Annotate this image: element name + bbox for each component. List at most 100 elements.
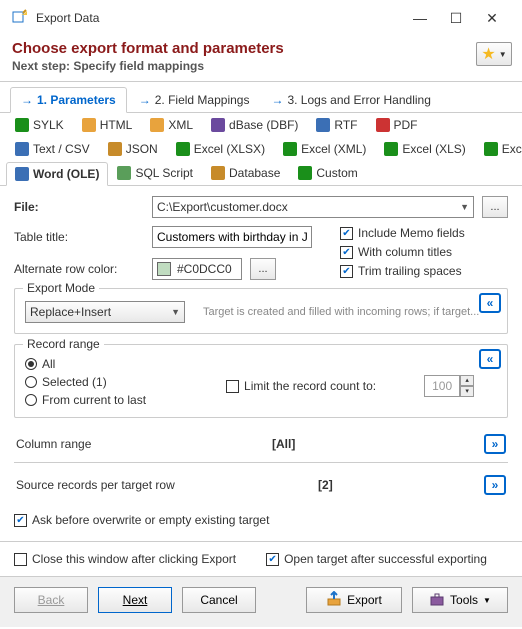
- format-icon: [82, 118, 96, 132]
- tools-button[interactable]: Tools ▼: [412, 587, 508, 613]
- page-title: Choose export format and parameters: [12, 40, 510, 57]
- source-per-row-value: [2]: [318, 478, 333, 492]
- format-tab-word-ole-[interactable]: Word (OLE): [6, 162, 108, 186]
- wizard-steps: →1. Parameters →2. Field Mappings →3. Lo…: [0, 82, 522, 113]
- export-mode-section: Export Mode « Replace+Insert ▼ Target is…: [14, 288, 508, 334]
- column-range-row: Column range [All] »: [14, 428, 508, 463]
- format-tab-excel-xls-[interactable]: Excel (XLS): [375, 137, 474, 161]
- chevron-down-icon: ▼: [460, 202, 469, 212]
- format-tab-rtf[interactable]: RTF: [307, 113, 366, 137]
- format-tab-excel-ole-[interactable]: Excel (OLE): [475, 137, 522, 161]
- collapse-button[interactable]: «: [479, 293, 501, 313]
- format-icon: [15, 118, 29, 132]
- format-tab-sylk[interactable]: SYLK: [6, 113, 73, 137]
- minimize-button[interactable]: —: [402, 10, 438, 26]
- limit-record-spinner[interactable]: ▴▾: [424, 375, 474, 397]
- limit-record-checkbox[interactable]: Limit the record count to:: [226, 379, 376, 393]
- source-per-row: Source records per target row [2] »: [14, 469, 508, 503]
- parameters-panel: File: C:\Export\customer.docx ▼ ... Tabl…: [0, 186, 522, 541]
- format-icon: [298, 166, 312, 180]
- titlebar: Export Data — ☐ ✕: [0, 0, 522, 36]
- maximize-button[interactable]: ☐: [438, 10, 474, 27]
- format-icon: [176, 142, 190, 156]
- file-value: C:\Export\customer.docx: [157, 200, 288, 214]
- range-selected-radio[interactable]: Selected (1): [25, 375, 146, 389]
- export-icon: [326, 591, 342, 610]
- star-icon: ★: [481, 44, 495, 64]
- chevron-down-icon: ▼: [499, 50, 507, 59]
- spin-down-icon[interactable]: ▾: [460, 386, 474, 397]
- close-button[interactable]: ✕: [474, 10, 510, 27]
- range-all-radio[interactable]: All: [25, 357, 146, 371]
- toolbox-icon: [429, 591, 445, 610]
- format-tab-excel-xml-[interactable]: Excel (XML): [274, 137, 375, 161]
- format-tab-html[interactable]: HTML: [73, 113, 142, 137]
- file-label: File:: [14, 200, 144, 214]
- include-memo-checkbox[interactable]: ✔Include Memo fields: [340, 226, 465, 240]
- footer-buttons: Back Next Cancel Export Tools ▼: [0, 576, 522, 627]
- format-tab-xml[interactable]: XML: [141, 113, 202, 137]
- app-icon: [12, 9, 28, 28]
- format-icon: [211, 166, 225, 180]
- trim-trailing-spaces-checkbox[interactable]: ✔Trim trailing spaces: [340, 264, 465, 278]
- format-icon: [15, 142, 29, 156]
- format-icon: [15, 167, 29, 181]
- with-column-titles-checkbox[interactable]: ✔With column titles: [340, 245, 465, 259]
- range-from-current-radio[interactable]: From current to last: [25, 393, 146, 407]
- next-step-hint: Next step: Specify field mappings: [12, 59, 510, 73]
- cancel-button[interactable]: Cancel: [182, 587, 256, 613]
- window-title: Export Data: [36, 11, 402, 25]
- expand-button[interactable]: »: [484, 475, 506, 495]
- format-icon: [376, 118, 390, 132]
- step-field-mappings[interactable]: →2. Field Mappings: [129, 87, 260, 113]
- spin-up-icon[interactable]: ▴: [460, 375, 474, 386]
- arrow-icon: →: [271, 93, 283, 107]
- export-mode-combo[interactable]: Replace+Insert ▼: [25, 301, 185, 323]
- chevron-down-icon: ▼: [483, 596, 491, 605]
- format-tab-custom[interactable]: Custom: [289, 161, 366, 185]
- format-icon: [117, 166, 131, 180]
- format-tab-dbase-dbf-[interactable]: dBase (DBF): [202, 113, 307, 137]
- format-tab-sql-script[interactable]: SQL Script: [108, 161, 202, 185]
- step-logs-errors[interactable]: →3. Logs and Error Handling: [261, 87, 440, 113]
- ask-overwrite-checkbox[interactable]: ✔Ask before overwrite or empty existing …: [14, 513, 508, 527]
- step-parameters[interactable]: →1. Parameters: [10, 87, 127, 113]
- color-swatch: [157, 262, 171, 276]
- format-icon: [484, 142, 498, 156]
- arrow-icon: →: [21, 93, 33, 107]
- format-tab-pdf[interactable]: PDF: [367, 113, 427, 137]
- section-title: Export Mode: [23, 281, 99, 295]
- favorites-button[interactable]: ★ ▼: [476, 42, 512, 66]
- arrow-icon: →: [139, 93, 151, 107]
- collapse-button[interactable]: «: [479, 349, 501, 369]
- format-tab-database[interactable]: Database: [202, 161, 289, 185]
- format-icon: [211, 118, 225, 132]
- file-combo[interactable]: C:\Export\customer.docx ▼: [152, 196, 474, 218]
- alt-row-color-label: Alternate row color:: [14, 262, 144, 276]
- browse-button[interactable]: ...: [482, 196, 508, 218]
- expand-button[interactable]: »: [484, 434, 506, 454]
- header: Choose export format and parameters Next…: [0, 36, 522, 82]
- format-tab-json[interactable]: JSON: [99, 137, 167, 161]
- open-target-checkbox[interactable]: ✔Open target after successful exporting: [266, 552, 487, 566]
- table-title-input[interactable]: [152, 226, 312, 248]
- record-range-section: Record range « All Selected (1) From cur…: [14, 344, 508, 418]
- format-icon: [316, 118, 330, 132]
- chevron-down-icon: ▼: [171, 307, 180, 317]
- format-tab-excel-xlsx-[interactable]: Excel (XLSX): [167, 137, 274, 161]
- format-icon: [384, 142, 398, 156]
- table-title-label: Table title:: [14, 230, 144, 244]
- alt-row-color-picker[interactable]: #C0DCC0: [152, 258, 242, 280]
- close-after-export-checkbox[interactable]: Close this window after clicking Export: [14, 552, 236, 566]
- format-icon: [108, 142, 122, 156]
- format-tab-text-csv[interactable]: Text / CSV: [6, 137, 99, 161]
- export-button[interactable]: Export: [306, 587, 402, 613]
- back-button[interactable]: Back: [14, 587, 88, 613]
- color-browse-button[interactable]: ...: [250, 258, 276, 280]
- format-icon: [283, 142, 297, 156]
- column-range-value: [All]: [272, 437, 295, 451]
- section-title: Record range: [23, 337, 104, 351]
- format-icon: [150, 118, 164, 132]
- format-tabs: SYLKHTMLXMLdBase (DBF)RTFPDF Text / CSVJ…: [0, 113, 522, 186]
- next-button[interactable]: Next: [98, 587, 172, 613]
